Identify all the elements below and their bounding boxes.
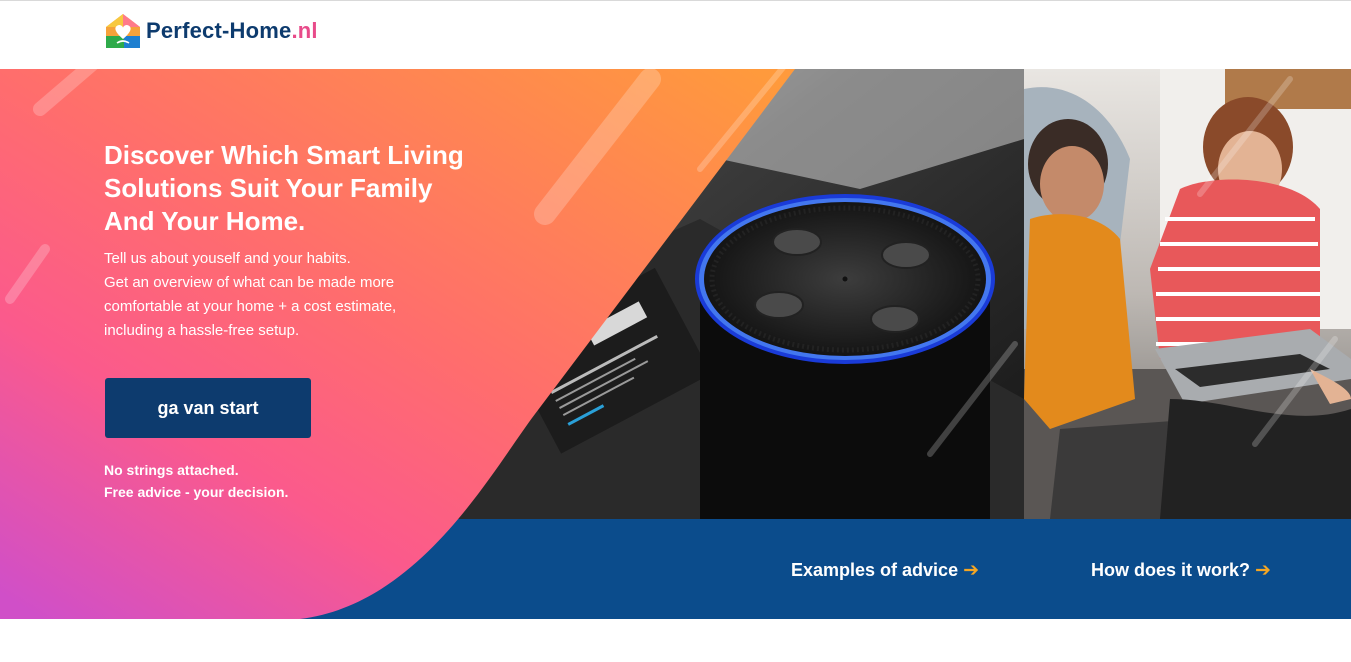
how-does-it-work-label: How does it work? bbox=[1091, 560, 1251, 580]
how-does-it-work-link[interactable]: How does it work? ➔ bbox=[1091, 559, 1271, 582]
hero-note-line-2: Free advice - your decision. bbox=[104, 484, 289, 500]
hero-description-line-2: Get an overview of what can be made more… bbox=[104, 274, 397, 339]
start-button[interactable]: ga van start bbox=[105, 378, 311, 438]
hero-description-line-1: Tell us about youself and your habits. bbox=[104, 250, 351, 267]
examples-of-advice-link[interactable]: Examples of advice ➔ bbox=[791, 559, 979, 582]
brand-tld: .nl bbox=[291, 18, 318, 43]
page-below-fold bbox=[0, 619, 1351, 662]
hero-title: Discover Which Smart Living Solutions Su… bbox=[104, 140, 464, 236]
couple-with-laptop-photo bbox=[1024, 69, 1351, 519]
brand-name: Perfect-Home.nl bbox=[146, 18, 318, 44]
house-heart-logo-icon bbox=[106, 14, 140, 48]
examples-of-advice-label: Examples of advice bbox=[791, 560, 959, 580]
hero-description: Tell us about youself and your habits. G… bbox=[104, 247, 444, 343]
site-header: Perfect-Home.nl bbox=[0, 1, 1351, 69]
arrow-right-icon: ➔ bbox=[1255, 560, 1271, 581]
hero-note-line-1: No strings attached. bbox=[104, 462, 239, 478]
brand-logo-link[interactable]: Perfect-Home.nl bbox=[104, 11, 318, 51]
brand-name-main: Perfect-Home bbox=[146, 18, 292, 43]
hero-note: No strings attached. Free advice - your … bbox=[104, 459, 288, 503]
hero-section: Discover Which Smart Living Solutions Su… bbox=[0, 69, 1351, 619]
arrow-right-icon: ➔ bbox=[963, 560, 980, 581]
